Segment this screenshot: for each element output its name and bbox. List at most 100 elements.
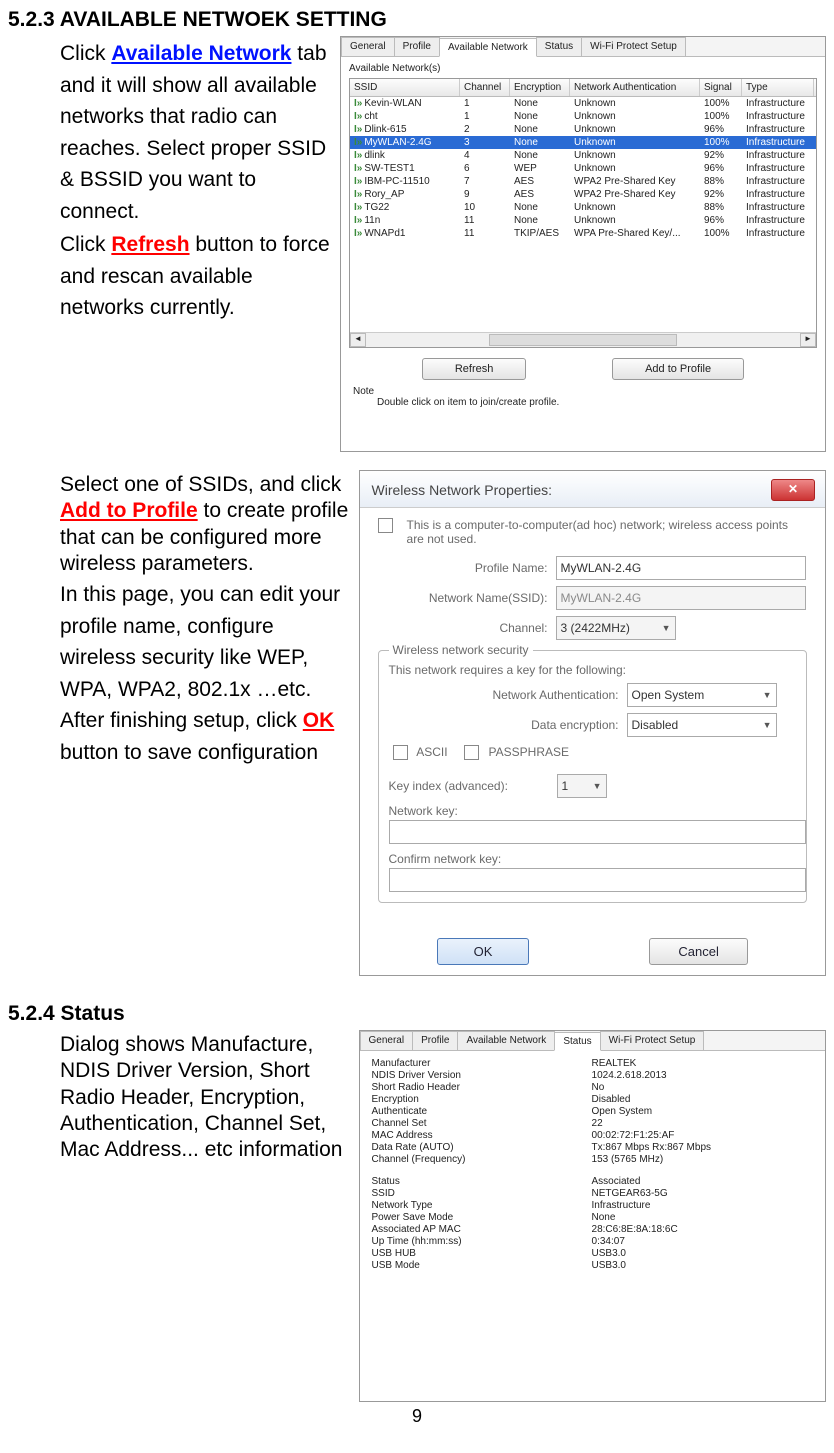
t1b: tab and it will show all available netwo… (60, 42, 327, 223)
profile-name-label: Profile Name: (378, 561, 548, 575)
status-row: MAC Address00:02:72:F1:25:AF (372, 1129, 813, 1141)
table-row[interactable]: I»Rory_AP9AESWPA2 Pre-Shared Key92%Infra… (350, 188, 816, 201)
status-row: SSIDNETGEAR63-5G (372, 1187, 813, 1199)
status-row: Channel (Frequency)153 (5765 MHz) (372, 1153, 813, 1165)
ssid-input (556, 586, 806, 610)
channel-label: Channel: (378, 621, 548, 635)
auth-label: Network Authentication: (389, 688, 619, 702)
tabs: GeneralProfileAvailable NetworkStatusWi-… (360, 1031, 825, 1051)
table-row[interactable]: I»11n11NoneUnknown96%Infrastructure00 (350, 214, 816, 227)
screenshot-status: GeneralProfileAvailable NetworkStatusWi-… (359, 1030, 826, 1402)
status-row: AuthenticateOpen System (372, 1105, 813, 1117)
table-row[interactable]: I»IBM-PC-115107AESWPA2 Pre-Shared Key88%… (350, 175, 816, 188)
h-scrollbar[interactable]: ◄ ► (350, 332, 816, 347)
col-header[interactable]: BS (814, 79, 817, 96)
table-row[interactable]: I»TG2210NoneUnknown88%Infrastructure00 (350, 201, 816, 214)
status-row: USB HUBUSB3.0 (372, 1247, 813, 1259)
screenshot-wireless-properties: Wireless Network Properties: ✕ This is a… (359, 470, 826, 976)
tab-profile[interactable]: Profile (412, 1031, 458, 1050)
add-to-profile-button[interactable]: Add to Profile (612, 358, 744, 380)
text-col-523b: Select one of SSIDs, and click Add to Pr… (8, 470, 349, 770)
dialog-title: Wireless Network Properties: (372, 482, 553, 498)
key-index-value: 1 (562, 779, 569, 793)
col-header[interactable]: Signal (700, 79, 742, 96)
tab-status[interactable]: Status (554, 1032, 600, 1051)
link-ok: OK (303, 709, 335, 732)
status-row: ManufacturerREALTEK (372, 1057, 813, 1069)
security-desc: This network requires a key for the foll… (389, 663, 796, 677)
tabs: GeneralProfileAvailable NetworkStatusWi-… (341, 37, 825, 57)
confirm-key-input[interactable] (389, 868, 806, 892)
table-row[interactable]: I»MyWLAN-2.4G3NoneUnknown100%Infrastruct… (350, 136, 816, 149)
tab-wi-fi-protect-setup[interactable]: Wi-Fi Protect Setup (600, 1031, 705, 1050)
profile-name-input[interactable] (556, 556, 806, 580)
scroll-right[interactable]: ► (800, 333, 816, 347)
col-header[interactable]: Encryption (510, 79, 570, 96)
enc-select[interactable]: Disabled▼ (627, 713, 777, 737)
network-key-input[interactable] (389, 820, 806, 844)
tab-wi-fi-protect-setup[interactable]: Wi-Fi Protect Setup (581, 37, 686, 56)
passphrase-label: PASSPHRASE (489, 745, 569, 759)
t4a: In this page, you can edit your profile … (60, 583, 340, 732)
tab-profile[interactable]: Profile (394, 37, 440, 56)
status-row: NDIS Driver Version1024.2.618.2013 (372, 1069, 813, 1081)
t4b: button to save configuration (60, 741, 318, 764)
key-index-label: Key index (advanced): (389, 779, 549, 793)
table-row[interactable]: I»Dlink-6152NoneUnknown96%Infrastructure… (350, 123, 816, 136)
status-row: Channel Set22 (372, 1117, 813, 1129)
table-row[interactable]: I»dlink4NoneUnknown92%Infrastructure00 (350, 149, 816, 162)
t1a: Click (60, 42, 111, 65)
screenshot-available-network: GeneralProfileAvailable NetworkStatusWi-… (340, 36, 826, 452)
security-group-label: Wireless network security (389, 643, 533, 657)
note-title: Note (353, 386, 817, 397)
ok-button[interactable]: OK (437, 938, 530, 965)
col-header[interactable]: SSID (350, 79, 460, 96)
confirm-label: Confirm network key: (389, 852, 796, 866)
table-row[interactable]: I»WNAPd111TKIP/AESWPA Pre-Shared Key/...… (350, 227, 816, 240)
auth-value: Open System (632, 688, 705, 702)
status-row: Data Rate (AUTO)Tx:867 Mbps Rx:867 Mbps (372, 1141, 813, 1153)
enc-value: Disabled (632, 718, 679, 732)
table-header: SSIDChannelEncryptionNetwork Authenticat… (350, 79, 816, 97)
tab-available-network[interactable]: Available Network (457, 1031, 555, 1050)
tab-general[interactable]: General (341, 37, 395, 56)
tab-general[interactable]: General (360, 1031, 414, 1050)
network-table[interactable]: SSIDChannelEncryptionNetwork Authenticat… (349, 78, 817, 348)
status-para: Dialog shows Manufacture, NDIS Driver Ve… (60, 1032, 349, 1163)
group-label: Available Network(s) (349, 63, 817, 74)
channel-select: 3 (2422MHz)▼ (556, 616, 676, 640)
heading-524: 5.2.4 Status (8, 1002, 826, 1026)
col-header[interactable]: Type (742, 79, 814, 96)
close-button[interactable]: ✕ (771, 479, 815, 501)
status-row: Short Radio HeaderNo (372, 1081, 813, 1093)
cancel-button[interactable]: Cancel (649, 938, 747, 965)
tab-status[interactable]: Status (536, 37, 582, 56)
adhoc-label: This is a computer-to-computer(ad hoc) n… (407, 518, 807, 546)
key-index-select: 1▼ (557, 774, 607, 798)
status-row: Associated AP MAC28:C6:8E:8A:18:6C (372, 1223, 813, 1235)
col-header[interactable]: Channel (460, 79, 510, 96)
channel-value: 3 (2422MHz) (561, 621, 630, 635)
table-row[interactable]: I»cht1NoneUnknown100%InfrastructureCA (350, 110, 816, 123)
ascii-label: ASCII (416, 745, 447, 759)
col-header[interactable]: Network Authentication (570, 79, 700, 96)
text-col-523a: Click Available Network tab and it will … (8, 36, 330, 326)
auth-select[interactable]: Open System▼ (627, 683, 777, 707)
scroll-thumb[interactable] (489, 334, 677, 346)
tab-available-network[interactable]: Available Network (439, 38, 537, 57)
status-row: EncryptionDisabled (372, 1093, 813, 1105)
t2a: Click (60, 233, 111, 256)
link-available-network: Available Network (111, 42, 291, 65)
ascii-checkbox[interactable] (393, 745, 408, 760)
passphrase-checkbox[interactable] (464, 745, 479, 760)
ssid-label: Network Name(SSID): (378, 591, 548, 605)
text-col-524: Dialog shows Manufacture, NDIS Driver Ve… (8, 1030, 349, 1165)
table-row[interactable]: I»Kevin-WLAN1NoneUnknown100%Infrastructu… (350, 97, 816, 110)
note-text: Double click on item to join/create prof… (353, 397, 817, 408)
table-row[interactable]: I»SW-TEST16WEPUnknown96%Infrastructure00 (350, 162, 816, 175)
enc-label: Data encryption: (389, 718, 619, 732)
scroll-left[interactable]: ◄ (350, 333, 366, 347)
refresh-button[interactable]: Refresh (422, 358, 527, 380)
adhoc-checkbox[interactable] (378, 518, 393, 533)
page-number: 9 (8, 1406, 826, 1427)
